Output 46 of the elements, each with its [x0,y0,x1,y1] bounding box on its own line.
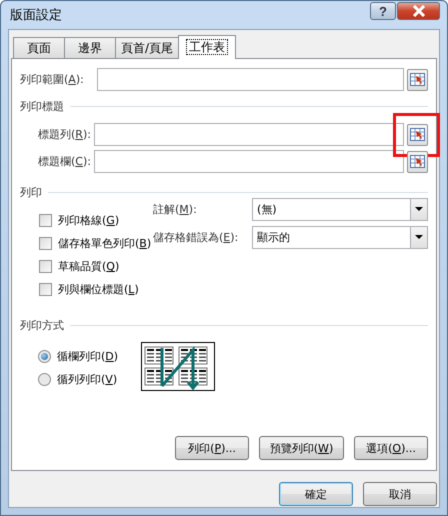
field-label: 標題欄(C): [38,154,92,169]
caret-icon [415,207,423,211]
tab[interactable]: 頁首/頁尾 [115,37,179,58]
print-area-field[interactable] [97,68,404,91]
radio-label: 循列列印(V) [57,372,118,387]
table-arrow-icon [410,155,425,168]
checkbox-label: 列與欄位標題(L) [58,282,139,297]
caret-icon [415,235,423,239]
field-label: 標題列(R): [38,127,92,142]
tab[interactable]: 邊界 [64,37,116,58]
checkbox[interactable] [39,260,52,273]
collapse-button[interactable] [407,150,428,172]
dropdown[interactable]: 顯示的 [252,226,428,248]
section-heading: 列印方式 [20,318,64,332]
checkbox[interactable] [39,214,52,227]
radio-label: 循欄列印(D) [57,349,118,364]
section-heading: 列印標題 [20,98,64,114]
dialog-button[interactable]: 確定 [279,482,353,506]
title-field[interactable] [94,123,404,146]
close-button[interactable] [397,2,440,20]
field-label: 註解(M): [153,202,198,216]
title-field[interactable] [94,150,404,173]
tab[interactable]: 工作表 [178,35,236,59]
dialog-button[interactable]: 取消 [363,482,437,506]
table-arrow-icon [410,73,425,86]
radio-button[interactable] [38,373,51,386]
help-button[interactable]: ? [370,2,396,20]
dropdown[interactable]: (無) [252,198,428,220]
checkbox-label: 草稿品質(Q) [58,259,120,274]
field-label: 儲存格錯誤為(E): [153,230,240,244]
dialog-button[interactable]: 列印(P)... [175,436,249,460]
checkbox[interactable] [39,237,52,250]
window-title: 版面設定 [9,7,63,24]
collapse-button[interactable] [407,124,428,146]
tab[interactable]: 頁面 [13,37,65,58]
close-icon [412,5,426,17]
checkbox[interactable] [39,283,52,296]
dialog-button[interactable]: 選項(O)... [354,436,428,460]
field-label: 列印範圍(A): [20,72,85,87]
section-heading: 列印 [20,184,42,200]
checkbox-label: 列印格線(G) [58,213,120,228]
table-arrow-icon [410,128,425,141]
radio-button[interactable] [38,350,51,363]
checkbox-label: 儲存格單色列印(B) [58,236,152,251]
dialog-button[interactable]: 預覽列印(W) [259,436,344,460]
collapse-button[interactable] [407,68,428,90]
